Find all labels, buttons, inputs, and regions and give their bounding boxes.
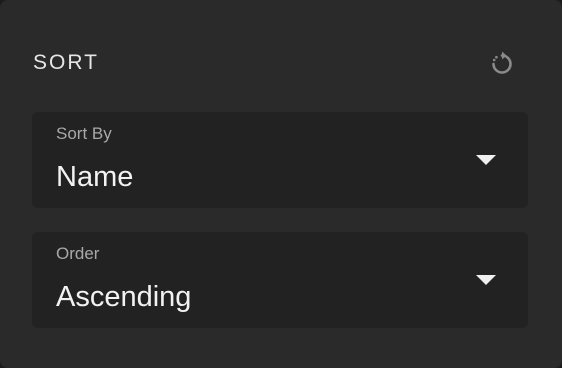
order-label: Order	[56, 244, 100, 263]
sort-panel: SORT Sort By Name Order Ascending	[0, 0, 562, 368]
panel-title: SORT	[33, 51, 99, 74]
reset-sort-button[interactable]	[488, 50, 516, 78]
sort-by-value: Name	[56, 161, 134, 193]
panel-header: SORT	[32, 50, 530, 78]
order-value: Ascending	[56, 281, 192, 313]
order-select[interactable]: Order Ascending	[32, 232, 528, 328]
sort-by-select[interactable]: Sort By Name	[32, 112, 528, 208]
chevron-down-icon	[476, 275, 496, 285]
chevron-down-icon	[476, 155, 496, 165]
sort-by-label: Sort By	[56, 124, 112, 143]
reset-icon	[492, 51, 512, 74]
